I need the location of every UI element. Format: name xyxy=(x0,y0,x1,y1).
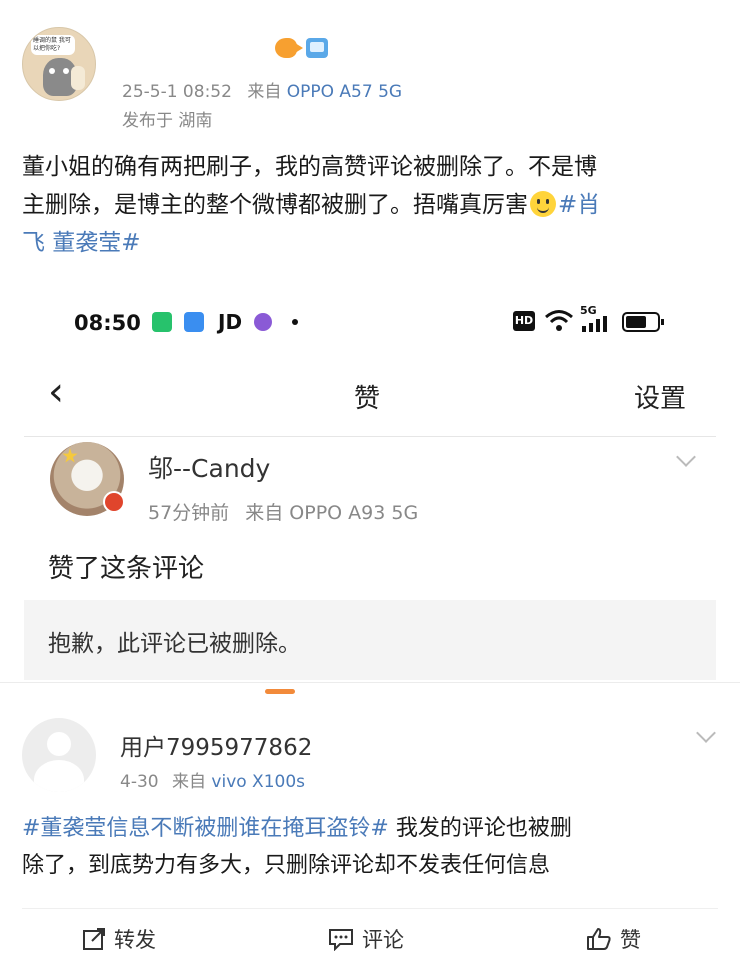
more-notifications-dot-icon xyxy=(292,319,298,325)
comment-topic-link[interactable]: #董袭莹信息不断被删谁在掩耳盗铃# xyxy=(22,816,389,841)
comment-device[interactable]: vivo X100s xyxy=(211,772,305,792)
post-meta: 25-5-1 08:52 来自 OPPO A57 5G xyxy=(122,77,402,102)
comment-text-part1: 我发的评论也被删 xyxy=(388,816,572,841)
comment-line2: 除了，到底势力有多大，只删除评论却不发表任何信息 xyxy=(22,853,551,878)
post-text-line2-part1: 主删除，是博主的整个微博都被删了。捂嘴真厉害 xyxy=(22,192,528,218)
browser-app-icon xyxy=(184,312,204,332)
liker-meta: 57分钟前 来自 OPPO A93 5G xyxy=(148,498,418,525)
embedded-screenshot: 08:50 JD HD 5G ‹ 赞 设置 邬--Candy 57分钟前 来自 … xyxy=(24,294,716,680)
battery-icon xyxy=(622,312,664,332)
like-action-text: 赞了这条评论 xyxy=(48,554,205,584)
hd-icon: HD xyxy=(513,311,535,331)
comment-date: 4-30 xyxy=(120,772,159,792)
repost-label: 转发 xyxy=(114,928,156,952)
post-source-prefix: 来自 xyxy=(247,82,282,102)
nav-divider xyxy=(24,436,716,437)
like-button[interactable]: 赞 xyxy=(586,924,641,954)
post-device[interactable]: OPPO A57 5G xyxy=(287,82,402,102)
back-icon[interactable]: ‹ xyxy=(48,372,64,412)
commenter-name[interactable]: 用户7995977862 xyxy=(120,728,312,762)
video-app-icon xyxy=(152,312,172,332)
action-divider xyxy=(22,908,718,909)
repost-button[interactable]: 转发 xyxy=(82,924,156,954)
default-avatar-head xyxy=(47,732,71,756)
purple-app-icon xyxy=(254,313,272,331)
post-text-line2: 主删除，是博主的整个微博都被删了。捂嘴真厉害 #肖 xyxy=(22,186,722,224)
deleted-comment-card[interactable]: 抱歉，此评论已被删除。 xyxy=(24,600,716,680)
post-text-line1: 董小姐的确有两把刷子，我的高赞评论被删除了。不是博 xyxy=(22,154,597,180)
nav-title: 赞 xyxy=(354,384,381,414)
topic-link-part1[interactable]: #肖 xyxy=(558,192,600,218)
comment-meta: 4-30 来自 vivo X100s xyxy=(120,767,305,792)
drag-handle[interactable] xyxy=(265,689,295,694)
comment-chevron-down-icon[interactable] xyxy=(696,723,716,743)
deleted-comment-text: 抱歉，此评论已被删除。 xyxy=(48,631,301,657)
author-name-redacted[interactable] xyxy=(120,38,260,60)
liker-device: OPPO A93 5G xyxy=(289,502,419,524)
repost-icon xyxy=(83,928,105,950)
comment-label: 评论 xyxy=(362,928,404,952)
comment-source-prefix: 来自 xyxy=(172,772,206,792)
comment-icon xyxy=(329,929,353,951)
fish-badge-icon xyxy=(275,38,303,58)
section-divider xyxy=(0,682,740,683)
comment-line1: #董袭莹信息不断被删谁在掩耳盗铃# 我发的评论也被删 xyxy=(22,810,722,847)
comment-body: #董袭莹信息不断被删谁在掩耳盗铃# 我发的评论也被删 除了，到底势力有多大，只删… xyxy=(22,810,722,884)
liker-time: 57分钟前 xyxy=(148,502,230,524)
liker-name[interactable]: 邬--Candy xyxy=(148,449,270,485)
author-avatar[interactable]: 睡调的鼠 我可以把你吃? xyxy=(22,27,96,101)
verified-badge-icon xyxy=(103,491,125,513)
wifi-icon xyxy=(544,308,574,338)
default-avatar-body xyxy=(34,760,84,792)
smile-emoji-icon xyxy=(530,191,556,217)
avatar-hand-figure xyxy=(71,66,85,90)
post-body: 董小姐的确有两把刷子，我的高赞评论被删除了。不是博 主删除，是博主的整个微博都被… xyxy=(22,148,722,262)
commenter-avatar[interactable] xyxy=(22,718,96,792)
like-label: 赞 xyxy=(620,928,641,952)
topic-link-part2[interactable]: 飞 董袭莹# xyxy=(22,224,722,262)
signal-icon xyxy=(582,316,610,332)
thumbs-up-icon xyxy=(587,928,611,950)
jd-app-icon: JD xyxy=(218,310,243,334)
post-location: 发布于 湖南 xyxy=(122,111,213,131)
tv-badge-icon xyxy=(306,38,328,58)
status-time: 08:50 xyxy=(74,311,141,335)
avatar-bubble-text: 睡调的鼠 我可以把你吃? xyxy=(31,35,75,55)
post-time: 25-5-1 08:52 xyxy=(122,82,232,102)
comment-button[interactable]: 评论 xyxy=(328,924,404,954)
liker-source-prefix: 来自 xyxy=(245,502,284,524)
chevron-down-icon[interactable] xyxy=(676,447,696,467)
settings-button[interactable]: 设置 xyxy=(634,378,686,415)
